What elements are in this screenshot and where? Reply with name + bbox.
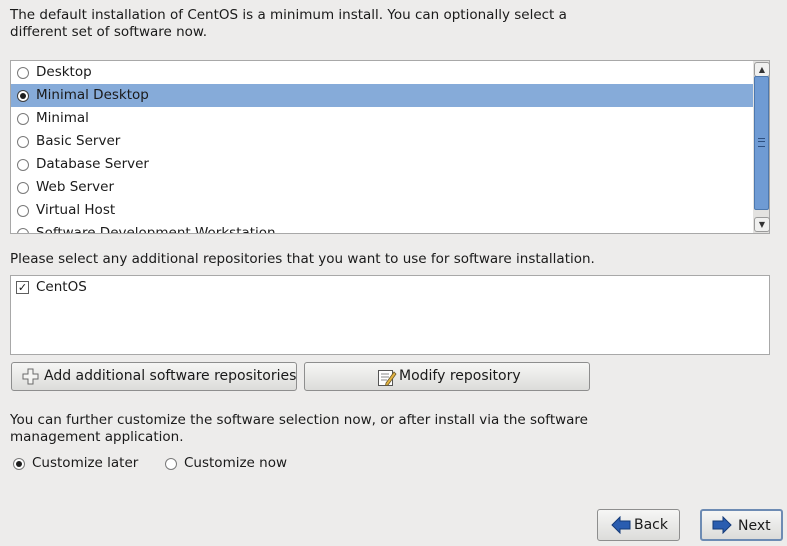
modify-repository-button[interactable]: Modify repository <box>304 362 590 391</box>
radio-customize-later[interactable] <box>13 458 25 470</box>
radio-desktop[interactable] <box>17 67 29 79</box>
back-label: Back <box>634 517 668 533</box>
repository-label-centos: CentOS <box>36 279 87 295</box>
repositories-prompt: Please select any additional repositorie… <box>10 251 595 267</box>
next-label: Next <box>738 518 771 534</box>
software-list-scrollbar[interactable]: ▲ ▼ <box>753 60 770 234</box>
software-option-label: Web Server <box>36 179 114 195</box>
software-option-label: Database Server <box>36 156 149 172</box>
scroll-down-icon[interactable]: ▼ <box>754 217 770 232</box>
software-option-virtual-host[interactable]: Virtual Host <box>11 199 753 222</box>
software-option-basic-server[interactable]: Basic Server <box>11 130 753 153</box>
modify-repository-label: Modify repository <box>399 368 521 384</box>
add-repositories-button[interactable]: Add additional software repositories <box>11 362 297 391</box>
edit-document-icon <box>378 370 397 387</box>
software-option-desktop[interactable]: Desktop <box>11 61 753 84</box>
next-arrow-icon <box>712 516 732 534</box>
radio-software-development-workstation[interactable] <box>17 228 29 233</box>
software-option-label: Minimal Desktop <box>36 87 149 103</box>
add-repositories-label: Add additional software repositories <box>44 368 297 384</box>
back-button[interactable]: Back <box>597 509 680 541</box>
software-option-software-development-workstation[interactable]: Software Development Workstation <box>11 222 753 234</box>
back-arrow-icon <box>611 516 631 534</box>
customize-now-option[interactable]: Customize now <box>163 455 293 472</box>
software-option-web-server[interactable]: Web Server <box>11 176 753 199</box>
grip-icon <box>758 138 765 147</box>
radio-database-server[interactable] <box>17 159 29 171</box>
plus-icon <box>22 368 39 385</box>
customize-now-label: Customize now <box>184 455 288 471</box>
radio-virtual-host[interactable] <box>17 205 29 217</box>
software-option-label: Software Development Workstation <box>36 225 276 234</box>
customize-later-option[interactable]: Customize later <box>11 455 141 472</box>
repository-checkbox-centos[interactable]: ✓ <box>16 281 29 294</box>
scroll-up-icon[interactable]: ▲ <box>754 62 770 77</box>
scrollbar-thumb[interactable] <box>754 76 769 210</box>
software-option-label: Desktop <box>36 64 92 80</box>
radio-minimal-desktop[interactable] <box>17 90 29 102</box>
next-button[interactable]: Next <box>700 509 783 541</box>
repository-list[interactable]: ✓ CentOS <box>10 275 770 355</box>
radio-basic-server[interactable] <box>17 136 29 148</box>
customize-description: You can further customize the software s… <box>10 412 588 445</box>
software-option-label: Basic Server <box>36 133 121 149</box>
software-option-database-server[interactable]: Database Server <box>11 153 753 176</box>
radio-minimal[interactable] <box>17 113 29 125</box>
customize-later-label: Customize later <box>32 455 139 471</box>
software-option-minimal-desktop[interactable]: Minimal Desktop <box>11 84 753 107</box>
radio-customize-now[interactable] <box>165 458 177 470</box>
software-option-label: Virtual Host <box>36 202 116 218</box>
software-set-list[interactable]: Desktop Minimal Desktop Minimal Basic Se… <box>10 60 754 234</box>
software-option-minimal[interactable]: Minimal <box>11 107 753 130</box>
software-option-label: Minimal <box>36 110 89 126</box>
radio-web-server[interactable] <box>17 182 29 194</box>
intro-text: The default installation of CentOS is a … <box>10 7 567 40</box>
